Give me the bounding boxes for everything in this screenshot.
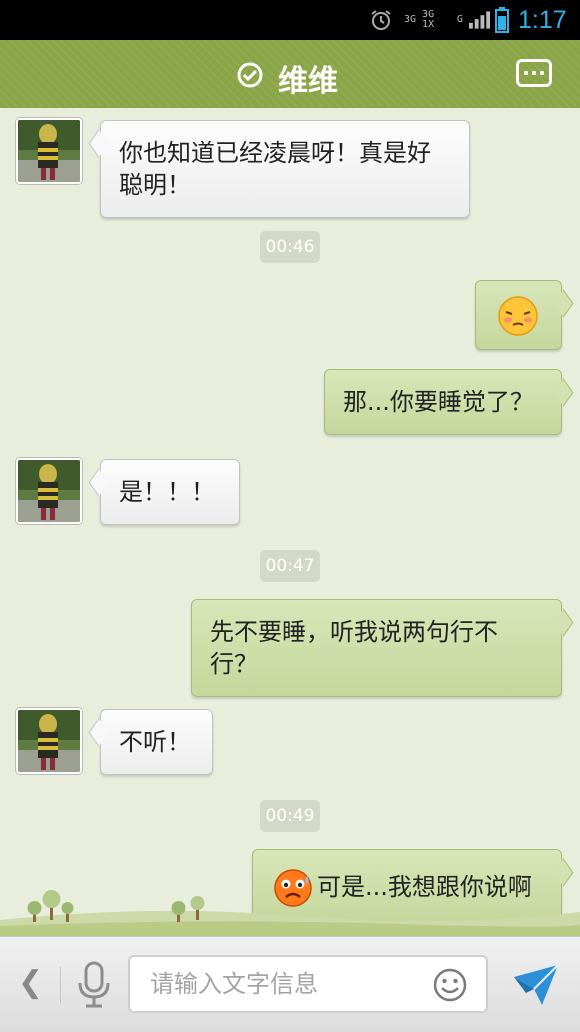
send-icon[interactable] [512, 963, 560, 1007]
chat-menu-button[interactable] [516, 59, 552, 87]
message-text: 是！！！ [119, 478, 215, 506]
decorative-hills [0, 890, 580, 936]
message-bubble-outgoing[interactable]: 先不要睡，听我说两句行不行？ [191, 599, 562, 697]
back-arrow-icon[interactable]: ❮ [18, 965, 43, 1000]
menu-dot [524, 71, 528, 75]
menu-dot [532, 71, 536, 75]
status-bar: 3G 3G 1X G 1:17 [0, 0, 580, 40]
embarrassed-face-emoji [498, 296, 538, 336]
smiley-icon[interactable] [432, 967, 468, 1003]
chat-header: 维维 [0, 40, 580, 114]
message-bubble-incoming[interactable]: 是！！！ [100, 459, 240, 525]
message-text: 不听！ [119, 728, 191, 756]
status-clock: 1:17 [518, 5, 567, 34]
network-label-3g-1x: 3G 1X [422, 9, 435, 30]
check-circle-icon [237, 62, 263, 88]
message-text: 那...你要睡觉了？ [343, 388, 534, 416]
chat-title: 维维 [278, 64, 338, 99]
message-bubble-outgoing[interactable]: 那...你要睡觉了？ [324, 369, 562, 435]
contact-avatar[interactable] [16, 708, 82, 774]
message-bubble-incoming[interactable]: 不听！ [100, 709, 213, 775]
message-input-bar: ❮ [0, 936, 580, 1032]
network-signal-icon: 3G 3G 1X G [404, 0, 490, 40]
network-label-3g: 3G [404, 14, 417, 25]
signal-bars-icon [468, 11, 490, 29]
message-timestamp: 00:49 [260, 800, 320, 832]
chat-area[interactable]: 你也知道已经凌晨呀！真是好聪明！ 00:46 那...你要睡觉了？ 是！！！ 0… [0, 108, 580, 936]
message-text: 你也知道已经凌晨呀！真是好聪明！ [119, 139, 431, 199]
message-text: 先不要睡，听我说两句行不行？ [210, 618, 498, 678]
battery-icon [492, 0, 512, 40]
alarm-icon [366, 0, 396, 40]
microphone-icon[interactable] [74, 959, 114, 1011]
contact-avatar[interactable] [16, 118, 82, 184]
divider [60, 967, 61, 1003]
message-bubble-incoming[interactable]: 你也知道已经凌晨呀！真是好聪明！ [100, 120, 470, 218]
network-label-g: G [456, 14, 463, 25]
contact-avatar[interactable] [16, 458, 82, 524]
message-bubble-outgoing[interactable] [475, 280, 562, 350]
message-timestamp: 00:47 [260, 550, 320, 582]
menu-dot [540, 71, 544, 75]
message-timestamp: 00:46 [260, 231, 320, 263]
